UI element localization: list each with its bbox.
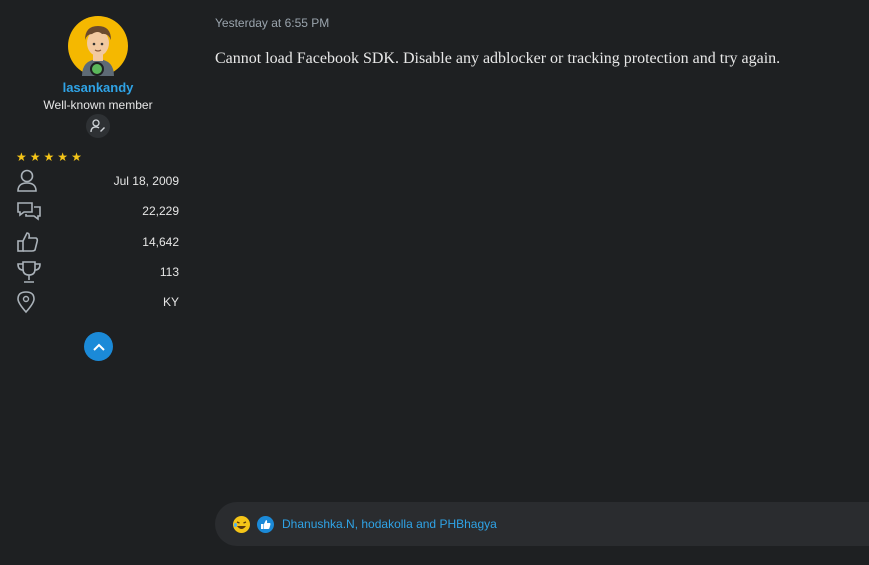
- thumbs-up-icon: [16, 229, 42, 255]
- star-icon: ★: [16, 150, 27, 164]
- star-icon: ★: [71, 150, 82, 164]
- like-reaction-icon[interactable]: [256, 515, 275, 534]
- rating-stars: ★ ★ ★ ★ ★: [16, 151, 82, 163]
- user-icon: [16, 168, 42, 194]
- reaction-users-link[interactable]: Dhanushka.N, hodakolla and PHBhagya: [282, 517, 497, 531]
- star-icon: ★: [29, 150, 41, 164]
- stat-location: KY: [16, 289, 179, 315]
- stat-value: KY: [162, 295, 179, 309]
- post-timestamp[interactable]: Yesterday at 6:55 PM: [215, 16, 329, 30]
- stat-value: Jul 18, 2009: [113, 174, 179, 188]
- star-icon: ★: [57, 150, 69, 164]
- location-pin-icon: [16, 289, 42, 315]
- stat-joined: Jul 18, 2009: [16, 168, 179, 194]
- user-title: Well-known member: [43, 98, 153, 112]
- online-status-indicator: [90, 62, 104, 76]
- stat-reactions: 14,642: [16, 229, 179, 255]
- stat-trophies: 113: [16, 259, 179, 285]
- star-icon: ★: [43, 150, 55, 164]
- user-edit-badge-icon[interactable]: [86, 114, 110, 138]
- stat-value: 14,642: [142, 235, 179, 249]
- stat-value: 113: [159, 265, 179, 279]
- trophy-icon: [16, 259, 42, 285]
- stat-value: 22,229: [142, 204, 179, 218]
- chevron-up-icon: [92, 343, 105, 351]
- post-body: Cannot load Facebook SDK. Disable any ad…: [215, 50, 781, 67]
- messages-icon: [16, 198, 42, 224]
- stat-messages: 22,229: [16, 198, 179, 224]
- reactions-bar: Dhanushka.N, hodakolla and PHBhagya: [215, 502, 869, 546]
- user-sidebar: lasankandy Well-known member ★ ★ ★ ★ ★ J…: [0, 0, 196, 565]
- scroll-to-top-button[interactable]: [84, 332, 113, 361]
- username-link[interactable]: lasankandy: [0, 80, 196, 95]
- laughing-emoji-icon[interactable]: [232, 515, 251, 534]
